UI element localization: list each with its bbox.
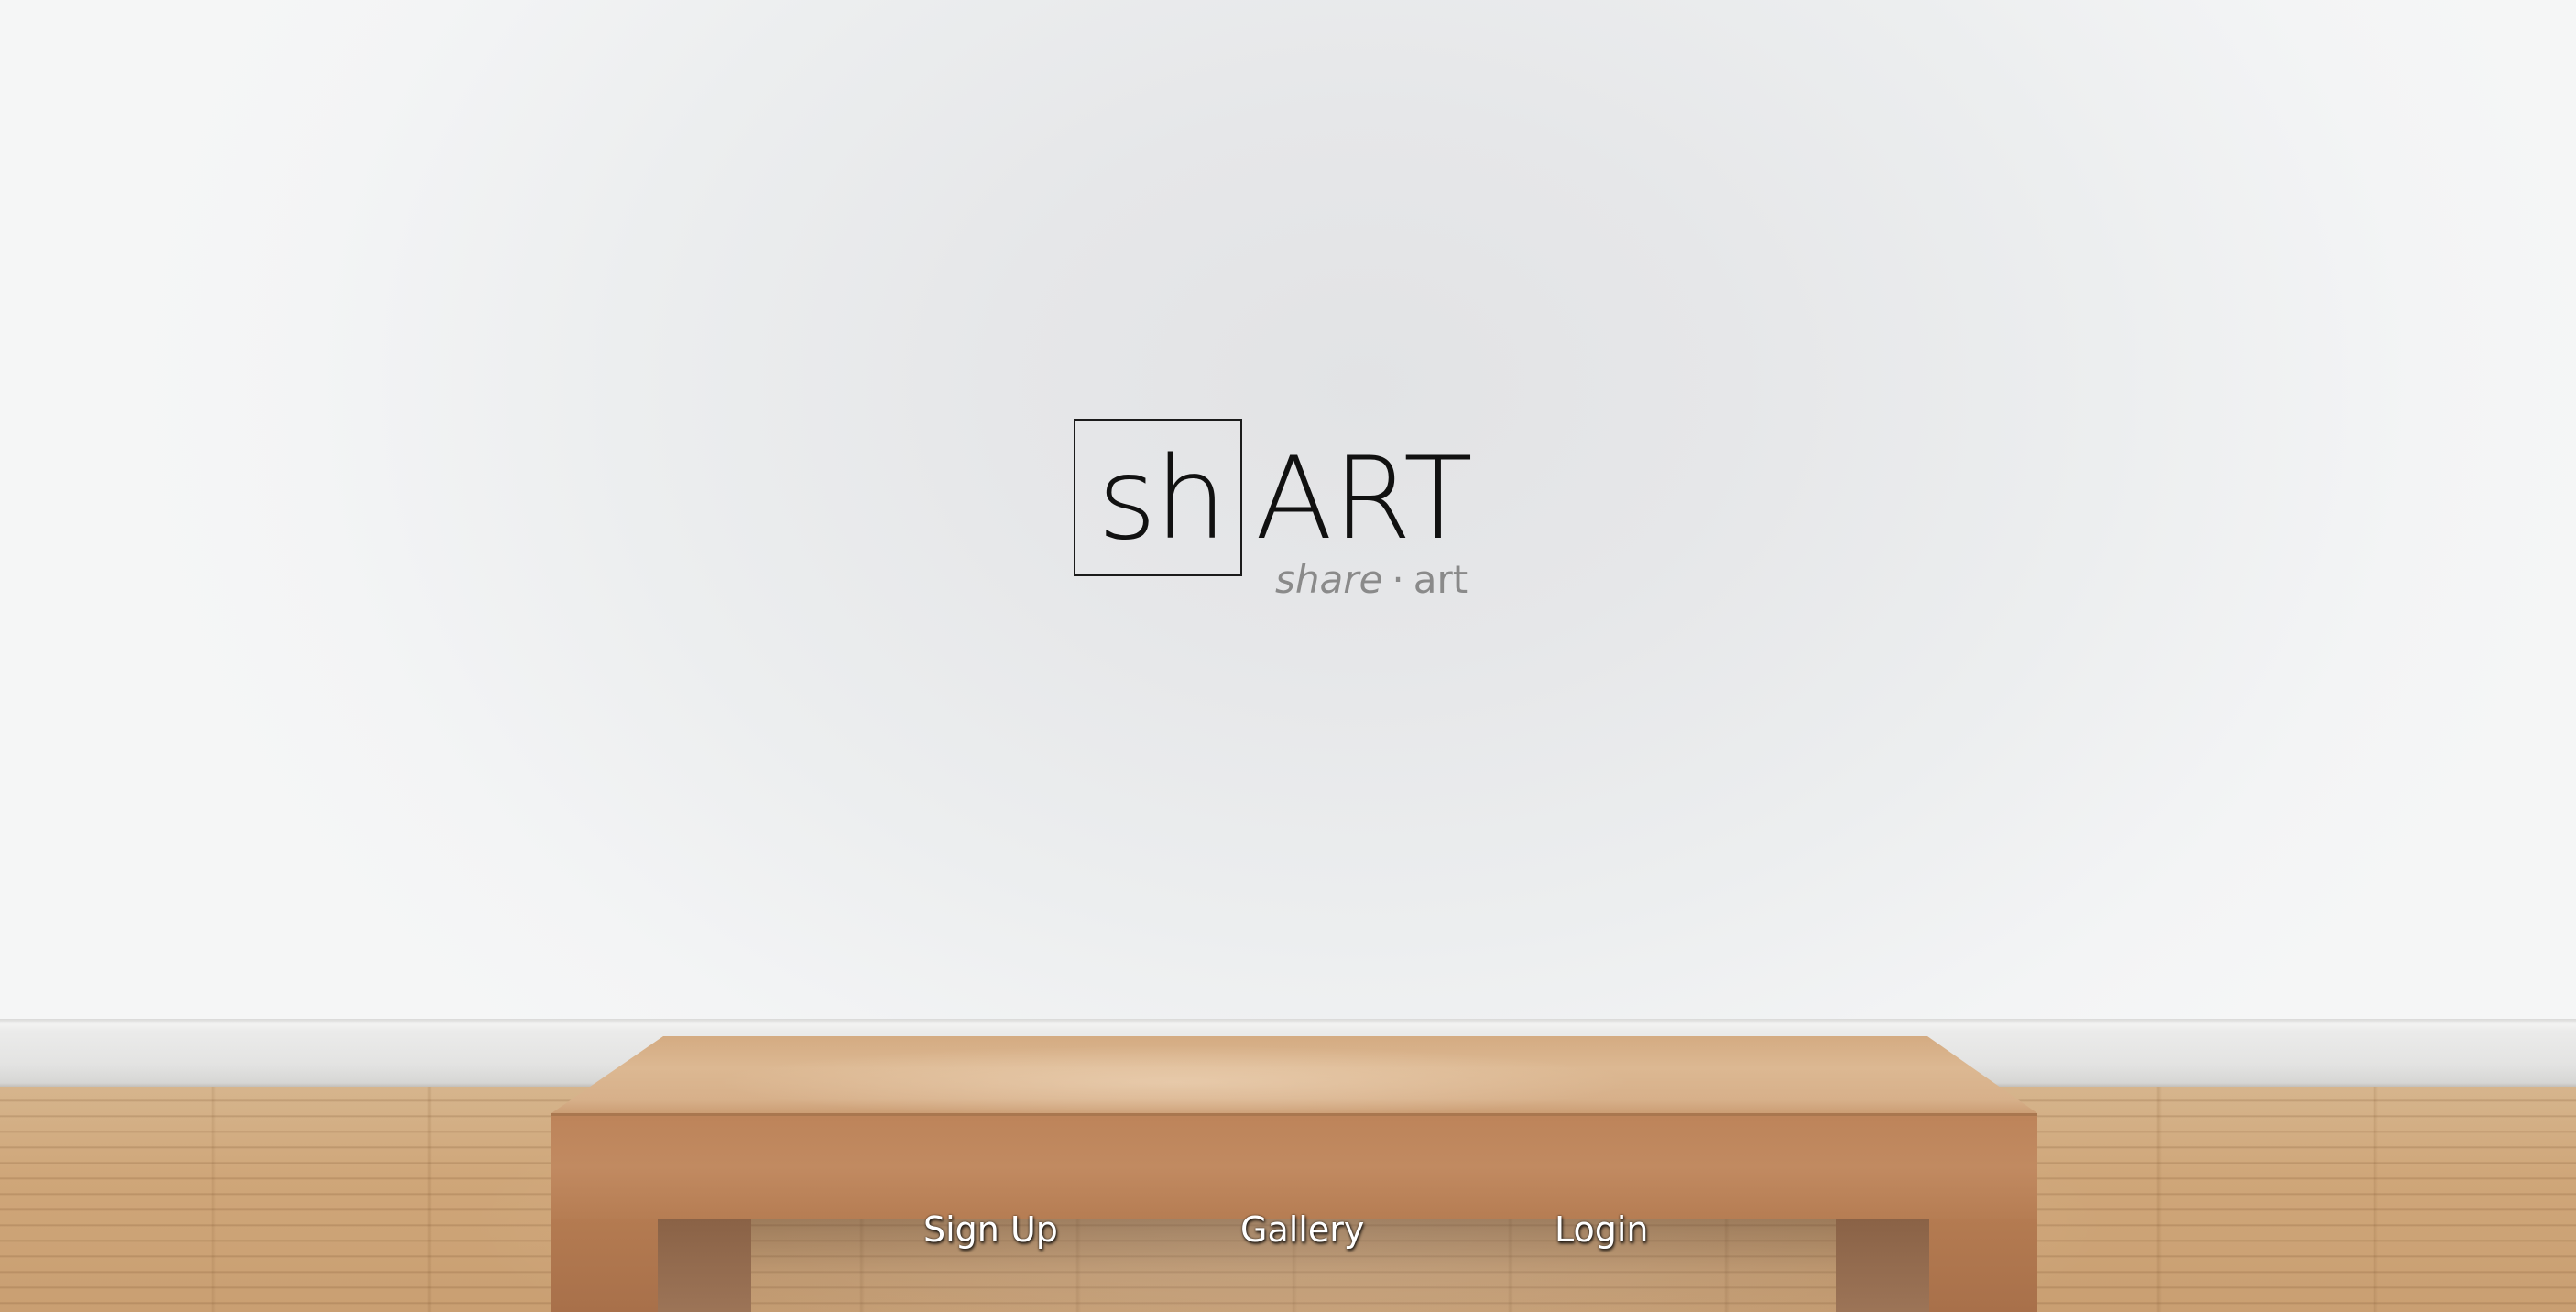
bench-leg-inner-left bbox=[658, 1219, 751, 1312]
logo-boxed-text: sh bbox=[1097, 433, 1227, 565]
logo-tagline: share · art bbox=[1275, 558, 1468, 602]
bench-leg-inner-right bbox=[1836, 1219, 1929, 1312]
gallery-link[interactable]: Gallery bbox=[1240, 1206, 1364, 1253]
tagline-art: art bbox=[1413, 557, 1468, 602]
bench-top-sheen bbox=[551, 1036, 2037, 1113]
login-link[interactable]: Login bbox=[1555, 1206, 1649, 1253]
sign-up-link[interactable]: Sign Up bbox=[923, 1206, 1058, 1253]
bench-front bbox=[551, 1116, 2037, 1219]
tagline-separator: · bbox=[1392, 557, 1404, 602]
bench-leg-right bbox=[1929, 1219, 2037, 1312]
bench-leg-left bbox=[551, 1219, 658, 1312]
shart-logo: sh ART share · art bbox=[1074, 419, 1495, 602]
gallery-scene: sh ART share · art Sign Up Gallery Login bbox=[0, 0, 2576, 1312]
logo-main-text: ART bbox=[1255, 433, 1473, 565]
tagline-share: share bbox=[1275, 557, 1383, 602]
